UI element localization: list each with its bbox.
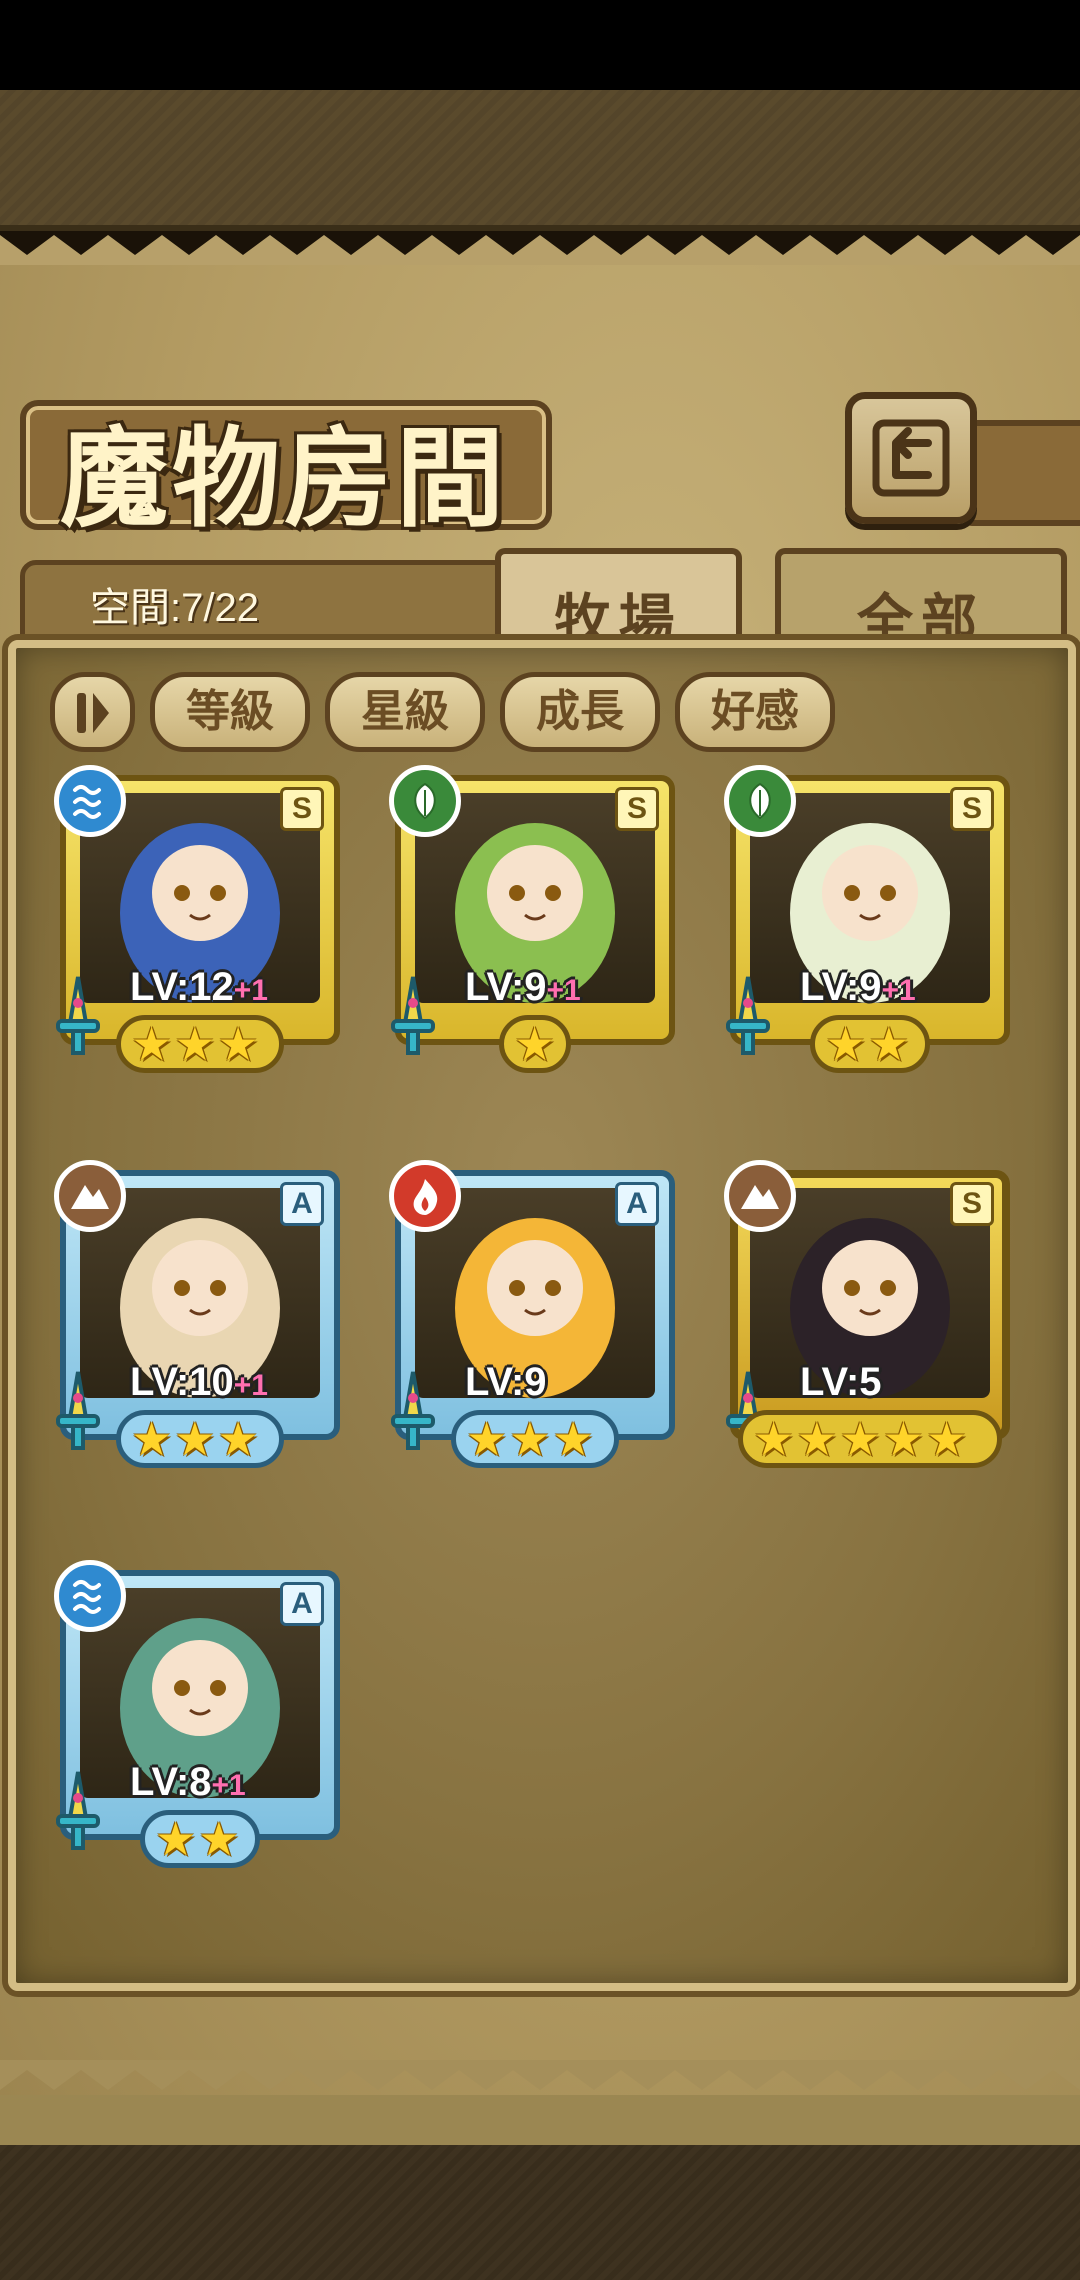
water-element-icon (54, 765, 126, 837)
space-counter: 空間:7/22 (90, 586, 259, 630)
star-icon: ★ (514, 1017, 556, 1071)
top-map-strip (0, 90, 1080, 231)
sword-icon (383, 1368, 443, 1462)
monster-card[interactable]: A LV:10+1 ★ ★ ★ (54, 1160, 340, 1470)
star-rating: ★ (499, 1015, 571, 1073)
sword-icon (383, 973, 443, 1067)
monster-card[interactable]: A LV:9 ★ ★ ★ (389, 1160, 675, 1470)
level-value: LV:9 (465, 1360, 547, 1404)
star-icon: ★ (217, 1017, 259, 1071)
level-label: LV:10+1 (130, 1360, 268, 1405)
leaf-element-icon (389, 765, 461, 837)
bottom-band (0, 2095, 1080, 2147)
level-label: LV:9 (465, 1360, 547, 1405)
filter-level-button[interactable]: 等級 (150, 672, 310, 752)
rank-badge: S (950, 1182, 994, 1226)
star-icon: ★ (509, 1412, 551, 1466)
star-rating: ★ ★ (140, 1810, 260, 1868)
return-icon (872, 419, 950, 497)
sort-toggle-icon (77, 693, 109, 733)
tab-ranch[interactable]: 牧場 (495, 548, 742, 654)
star-icon: ★ (198, 1812, 240, 1866)
sword-icon (48, 973, 108, 1067)
level-label: LV:8+1 (130, 1760, 246, 1805)
star-icon: ★ (796, 1412, 838, 1466)
level-label: LV:9+1 (800, 965, 916, 1010)
rank-badge: S (280, 787, 324, 831)
star-rating: ★ ★ ★ (116, 1015, 284, 1073)
star-icon: ★ (174, 1412, 216, 1466)
page-title: 魔物房間 (60, 416, 509, 542)
back-button[interactable] (845, 392, 977, 524)
sword-icon (718, 973, 778, 1067)
sword-icon (48, 1368, 108, 1462)
star-rating: ★ ★ ★ (116, 1410, 284, 1468)
level-bonus: +1 (211, 1769, 246, 1802)
level-bonus: +1 (233, 974, 268, 1007)
monster-card[interactable]: A LV:8+1 ★ ★ (54, 1560, 340, 1870)
rank-badge: A (280, 1182, 324, 1226)
level-bonus: +1 (233, 1369, 268, 1402)
star-icon: ★ (552, 1412, 594, 1466)
rank-badge: S (950, 787, 994, 831)
leaf-element-icon (724, 765, 796, 837)
monster-card[interactable]: S LV:9+1 ★ ★ (724, 765, 1010, 1075)
back-rail (960, 420, 1080, 526)
monster-card[interactable]: S LV:5 ★ ★ ★ ★ ★ (724, 1160, 1010, 1470)
zigzag-bottom-edge (0, 2060, 1080, 2090)
star-icon: ★ (155, 1812, 197, 1866)
filter-affection-button[interactable]: 好感 (675, 672, 835, 752)
level-value: LV:9 (465, 965, 547, 1009)
filter-star-button[interactable]: 星級 (325, 672, 485, 752)
level-bonus: +1 (546, 974, 581, 1007)
star-icon: ★ (868, 1017, 910, 1071)
water-element-icon (54, 1560, 126, 1632)
earth-element-icon (54, 1160, 126, 1232)
star-icon: ★ (926, 1412, 968, 1466)
level-value: LV:8 (130, 1760, 212, 1804)
earth-element-icon (724, 1160, 796, 1232)
star-icon: ★ (882, 1412, 924, 1466)
level-label: LV:12+1 (130, 965, 268, 1010)
star-icon: ★ (839, 1412, 881, 1466)
level-bonus: +1 (881, 974, 916, 1007)
level-value: LV:10 (130, 1360, 234, 1404)
rank-badge: S (615, 787, 659, 831)
rank-badge: A (280, 1582, 324, 1626)
sword-icon (48, 1768, 108, 1862)
filter-growth-button[interactable]: 成長 (500, 672, 660, 752)
star-rating: ★ ★ (810, 1015, 930, 1073)
level-value: LV:9 (800, 965, 882, 1009)
star-icon: ★ (131, 1017, 173, 1071)
star-icon: ★ (131, 1412, 173, 1466)
level-value: LV:5 (800, 1360, 882, 1404)
monster-card[interactable]: S LV:12+1 ★ ★ ★ (54, 765, 340, 1075)
level-label: LV:9+1 (465, 965, 581, 1010)
star-icon: ★ (466, 1412, 508, 1466)
star-rating: ★ ★ ★ ★ ★ (738, 1410, 1002, 1468)
level-label: LV:5 (800, 1360, 882, 1405)
status-bar (0, 0, 1080, 90)
zigzag-top-edge (0, 235, 1080, 265)
star-icon: ★ (753, 1412, 795, 1466)
monster-card[interactable]: S LV:9+1 ★ (389, 765, 675, 1075)
star-icon: ★ (825, 1017, 867, 1071)
bottom-map-strip (0, 2145, 1080, 2280)
fire-element-icon (389, 1160, 461, 1232)
rank-badge: A (615, 1182, 659, 1226)
level-value: LV:12 (130, 965, 234, 1009)
star-icon: ★ (174, 1017, 216, 1071)
star-rating: ★ ★ ★ (451, 1410, 619, 1468)
tab-all[interactable]: 全部 (775, 548, 1067, 654)
star-icon: ★ (217, 1412, 259, 1466)
sort-order-button[interactable] (50, 672, 135, 752)
